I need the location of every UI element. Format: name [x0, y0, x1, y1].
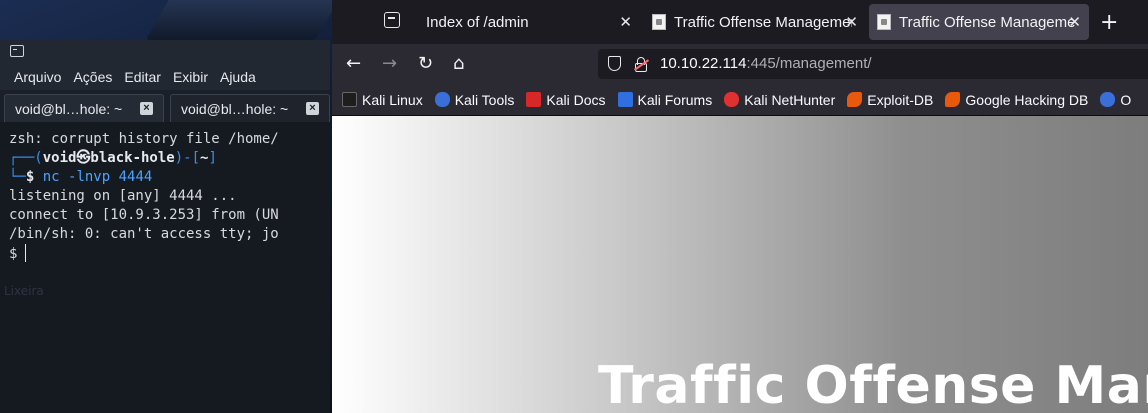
- terminal-line: /bin/sh: 0: can't access tty; jo: [9, 226, 279, 242]
- kali-forums-icon: [617, 92, 633, 107]
- url-path: :445/management/: [746, 55, 872, 72]
- menu-editar[interactable]: Editar: [124, 69, 161, 85]
- terminal-titlebar: [0, 40, 330, 64]
- shell-prompt: $: [9, 246, 18, 262]
- terminal-command: nc -lnvp 4444: [42, 169, 153, 185]
- browser-tab-admin[interactable]: Index of /admin ✕: [416, 4, 640, 40]
- bookmark-overflow[interactable]: O: [1100, 92, 1131, 108]
- prompt2-corner: └─: [9, 169, 26, 185]
- bookmark-label: Google Hacking DB: [965, 91, 1089, 108]
- exploit-db-icon: [847, 92, 863, 107]
- page-title: Traffic Offense Management: [598, 356, 1148, 413]
- terminal-app-icon[interactable]: [10, 45, 24, 57]
- menu-ajuda[interactable]: Ajuda: [220, 69, 256, 85]
- terminal-output[interactable]: zsh: corrupt history file /home/ ┌──(voi…: [0, 122, 330, 413]
- close-icon[interactable]: ×: [306, 102, 319, 115]
- terminal-tab-label: void@bl…hole: ~: [15, 100, 123, 117]
- bookmark-kali-docs[interactable]: Kali Docs: [526, 91, 606, 108]
- url-text: 10.10.22.114:445/management/: [660, 49, 872, 79]
- page-content: Traffic Offense Management: [332, 116, 1148, 413]
- close-icon[interactable]: ✕: [619, 13, 632, 31]
- browser-tab-management-1[interactable]: Traffic Offense Management ✕: [644, 4, 866, 40]
- tab-label: Index of /admin: [426, 13, 529, 31]
- prompt2-symbol: $: [25, 169, 35, 185]
- bookmark-label: Exploit-DB: [867, 91, 934, 108]
- prompt-mid: )-[: [174, 150, 201, 166]
- kali-nethunter-icon: [724, 92, 740, 107]
- new-tab-button[interactable]: +: [1100, 10, 1118, 35]
- bookmark-label: Kali Forums: [637, 91, 713, 108]
- ghdb-icon: [945, 92, 961, 107]
- bookmark-label: Kali Linux: [362, 91, 423, 108]
- terminal-window: Arquivo Ações Editar Exibir Ajuda void@b…: [0, 40, 330, 413]
- bookmarks-toolbar: Kali Linux Kali Tools Kali Docs Kali For…: [332, 84, 1148, 116]
- url-bar[interactable]: 10.10.22.114:445/management/: [598, 49, 1148, 79]
- menu-arquivo[interactable]: Arquivo: [14, 69, 61, 85]
- page-favicon-icon: [652, 14, 666, 30]
- kali-docs-icon: [526, 92, 542, 107]
- close-icon[interactable]: ×: [140, 102, 153, 115]
- desktop-ghost-label: Lixeira: [4, 284, 44, 298]
- terminal-line: connect to [10.9.3.253] from (UN: [9, 207, 279, 223]
- url-host: 10.10.22.114: [660, 55, 747, 72]
- page-favicon-icon: [877, 14, 891, 30]
- browser-tab-management-2[interactable]: Traffic Offense Management ✕: [869, 4, 1089, 40]
- prompt-end: ]: [208, 150, 217, 166]
- browser-navbar: ← → ↻ ⌂ 10.10.22.114:445/management/: [332, 44, 1148, 84]
- bookmark-google-hacking-db[interactable]: Google Hacking DB: [945, 92, 1088, 108]
- menu-acoes[interactable]: Ações: [73, 69, 112, 85]
- terminal-line: zsh: corrupt history file /home/: [9, 131, 279, 147]
- browser-tabstrip: Index of /admin ✕ Traffic Offense Manage…: [332, 0, 1148, 44]
- back-arrow-icon[interactable]: ←: [346, 54, 361, 74]
- close-icon[interactable]: ✕: [1068, 13, 1081, 31]
- bookmark-label: O: [1120, 91, 1132, 108]
- terminal-menubar: Arquivo Ações Editar Exibir Ajuda: [0, 64, 330, 90]
- tracking-protection-shield-icon[interactable]: [608, 56, 621, 71]
- terminal-tabbar: void@bl…hole: ~ × void@bl…hole: ~ ×: [0, 90, 330, 122]
- tab-label: Traffic Offense Management: [899, 13, 1075, 31]
- text-cursor: [25, 244, 27, 262]
- terminal-tab-label: void@bl…hole: ~: [181, 100, 289, 117]
- close-icon[interactable]: ✕: [845, 13, 858, 31]
- bookmark-globe-icon: [1100, 92, 1116, 107]
- prompt-corner: ┌──(: [9, 150, 43, 166]
- terminal-tab-2[interactable]: void@bl…hole: ~ ×: [170, 94, 330, 122]
- forward-arrow-icon[interactable]: →: [382, 54, 397, 74]
- tab-label: Traffic Offense Management: [674, 13, 852, 31]
- home-icon[interactable]: ⌂: [453, 54, 464, 74]
- terminal-tab-1[interactable]: void@bl…hole: ~ ×: [4, 94, 164, 122]
- bookmark-kali-forums[interactable]: Kali Forums: [617, 91, 713, 108]
- bookmark-label: Kali Tools: [454, 91, 515, 108]
- wallpaper-shape: [145, 0, 345, 40]
- reload-icon[interactable]: ↻: [418, 54, 433, 74]
- menu-exibir[interactable]: Exibir: [173, 69, 208, 85]
- kali-dragon-icon: [342, 92, 357, 107]
- bookmark-kali-linux[interactable]: Kali Linux: [342, 92, 423, 108]
- insecure-lock-icon[interactable]: [633, 57, 650, 72]
- kali-tools-icon: [434, 92, 450, 107]
- bookmark-kali-nethunter[interactable]: Kali NetHunter: [724, 92, 835, 108]
- bookmark-exploit-db[interactable]: Exploit-DB: [847, 92, 933, 108]
- prompt-user: void㉿black-hole: [42, 150, 175, 166]
- bookmark-label: Kali Docs: [546, 91, 606, 108]
- list-all-tabs-icon[interactable]: [384, 12, 400, 28]
- browser-window: Index of /admin ✕ Traffic Offense Manage…: [332, 0, 1148, 413]
- bookmark-label: Kali NetHunter: [744, 91, 836, 108]
- terminal-line: listening on [any] 4444 ...: [9, 188, 237, 204]
- bookmark-kali-tools[interactable]: Kali Tools: [434, 91, 515, 108]
